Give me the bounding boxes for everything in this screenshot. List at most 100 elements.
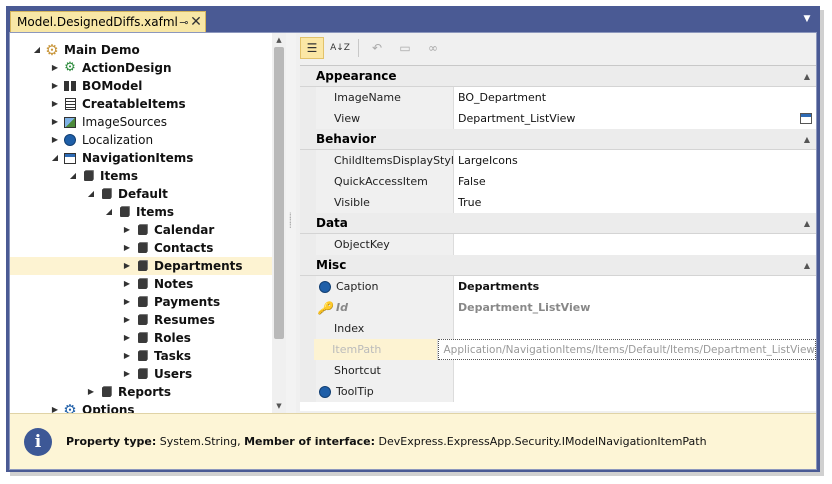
categorized-button[interactable]: ☰ <box>300 37 324 59</box>
collapse-category-icon[interactable]: ▲ <box>804 72 810 81</box>
property-value[interactable]: False <box>454 171 816 192</box>
alphabetical-button[interactable]: A↓Z <box>328 37 352 59</box>
property-value[interactable]: True <box>454 192 816 213</box>
collapse-category-icon[interactable]: ▲ <box>804 261 810 270</box>
tree-item[interactable]: ◢ NavigationItems <box>10 149 272 167</box>
property-value[interactable]: Department_ListView <box>454 297 816 318</box>
tree-item[interactable]: ▶ Users <box>10 365 272 383</box>
tree-item[interactable]: ▶ CreatableItems <box>10 95 272 113</box>
tree-item[interactable]: ▶ Calendar <box>10 221 272 239</box>
browse-view-icon[interactable] <box>800 113 812 124</box>
collapse-icon[interactable]: ◢ <box>32 45 42 55</box>
tree-item[interactable]: ▶ Payments <box>10 293 272 311</box>
property-row[interactable]: Index <box>300 318 816 339</box>
property-name[interactable]: 🔑 Id <box>316 297 454 318</box>
property-name[interactable]: QuickAccessItem <box>316 171 454 192</box>
tree-item[interactable]: ◢ Default <box>10 185 272 203</box>
property-name[interactable]: Index <box>316 318 454 339</box>
property-row[interactable]: Shortcut <box>300 360 816 381</box>
scroll-thumb[interactable] <box>274 47 284 339</box>
property-value[interactable]: LargeIcons <box>454 150 816 171</box>
tab-dropdown-icon[interactable]: ▼ <box>802 14 812 24</box>
expand-icon[interactable]: ▶ <box>122 279 132 289</box>
expand-icon[interactable]: ▶ <box>86 387 96 397</box>
expand-icon[interactable]: ▶ <box>122 369 132 379</box>
expand-icon[interactable]: ▶ <box>50 117 60 127</box>
expand-icon[interactable]: ▶ <box>122 297 132 307</box>
property-name[interactable]: ItemPath <box>314 339 439 360</box>
category-row[interactable]: Misc ▲ <box>300 255 816 276</box>
expand-icon[interactable]: ▶ <box>122 351 132 361</box>
scroll-down-icon[interactable]: ▼ <box>272 399 286 413</box>
expand-icon[interactable]: ▶ <box>122 261 132 271</box>
property-row[interactable]: View Department_ListView <box>300 108 816 129</box>
category-row[interactable]: Behavior ▲ <box>300 129 816 150</box>
tree-item[interactable]: ▶ Departments <box>10 257 272 275</box>
expand-icon[interactable]: ▶ <box>50 405 60 413</box>
collapse-icon[interactable]: ◢ <box>86 189 96 199</box>
property-row[interactable]: ItemPath Application/NavigationItems/Item… <box>300 339 816 360</box>
tree-item[interactable]: ▶ Localization <box>10 131 272 149</box>
property-row[interactable]: ToolTip <box>300 381 816 402</box>
tree-item[interactable]: ◢ Items <box>10 203 272 221</box>
category-row[interactable]: Data ▲ <box>300 213 816 234</box>
collapse-category-icon[interactable]: ▲ <box>804 135 810 144</box>
property-name[interactable]: Shortcut <box>316 360 454 381</box>
property-name[interactable]: ChildItemsDisplayStyle <box>316 150 461 171</box>
property-name[interactable]: ObjectKey <box>316 234 454 255</box>
expand-icon[interactable]: ▶ <box>50 99 60 109</box>
property-row[interactable]: Visible True <box>300 192 816 213</box>
property-row[interactable]: ChildItemsDisplayStyle LargeIcons <box>300 150 816 171</box>
property-name[interactable]: ImageName <box>316 87 454 108</box>
panel-splitter[interactable]: ⁞ ⁞ ⁞ <box>286 33 296 413</box>
category-row[interactable]: Appearance ▲ <box>300 66 816 87</box>
property-value[interactable]: BO_Department <box>454 87 816 108</box>
property-name[interactable]: ToolTip <box>316 381 454 402</box>
tree-item[interactable]: ▶ Tasks <box>10 347 272 365</box>
tree-item[interactable]: ▶ BOModel <box>10 77 272 95</box>
tree-item[interactable]: ▶ ImageSources <box>10 113 272 131</box>
property-value[interactable] <box>454 234 816 255</box>
property-row[interactable]: QuickAccessItem False <box>300 171 816 192</box>
property-row[interactable]: 🔑 Id Department_ListView <box>300 297 816 318</box>
property-value[interactable]: Department_ListView <box>454 108 816 129</box>
tree-item[interactable]: ▶ Contacts <box>10 239 272 257</box>
property-name[interactable]: Caption <box>316 276 454 297</box>
scroll-up-icon[interactable]: ▲ <box>272 33 286 47</box>
tree-item[interactable]: ▶ Notes <box>10 275 272 293</box>
property-value[interactable] <box>454 318 816 339</box>
close-icon[interactable]: ✕ <box>190 14 202 30</box>
property-value[interactable]: Application/NavigationItems/Items/Defaul… <box>438 339 816 360</box>
expand-icon[interactable]: ▶ <box>122 315 132 325</box>
collapse-category-icon[interactable]: ▲ <box>804 219 810 228</box>
property-row[interactable]: ObjectKey <box>300 234 816 255</box>
property-row[interactable]: ImageName BO_Department <box>300 87 816 108</box>
expand-icon[interactable]: ▶ <box>122 333 132 343</box>
tree-scrollbar[interactable]: ▲ ▼ <box>272 33 286 413</box>
link-icon[interactable]: ∞ <box>421 37 445 59</box>
tree-item[interactable]: ▶ Roles <box>10 329 272 347</box>
undo-icon[interactable]: ↶ <box>365 37 389 59</box>
property-value[interactable] <box>454 360 816 381</box>
tree-item[interactable]: ▶ Resumes <box>10 311 272 329</box>
tree-item[interactable]: ◢ ⚙ Main Demo <box>10 41 272 59</box>
tree-item[interactable]: ▶ Reports <box>10 383 272 401</box>
property-name[interactable]: View <box>316 108 454 129</box>
collapse-icon[interactable]: ◢ <box>68 171 78 181</box>
expand-icon[interactable]: ▶ <box>50 135 60 145</box>
property-value[interactable]: Departments <box>454 276 816 297</box>
tree-item[interactable]: ▶ ⚙ ActionDesign <box>10 59 272 77</box>
expand-icon[interactable]: ▶ <box>50 63 60 73</box>
collapse-icon[interactable]: ◢ <box>50 153 60 163</box>
expand-icon[interactable]: ▶ <box>50 81 60 91</box>
collapse-icon[interactable]: ◢ <box>104 207 114 217</box>
property-row[interactable]: Caption Departments <box>300 276 816 297</box>
property-name[interactable]: Visible <box>316 192 454 213</box>
document-tab[interactable]: Model.DesignedDiffs.xafml ⊸ ✕ <box>10 11 206 32</box>
tree-item[interactable]: ◢ Items <box>10 167 272 185</box>
pin-icon[interactable]: ⊸ <box>178 14 190 30</box>
expand-icon[interactable]: ▶ <box>122 225 132 235</box>
window-icon[interactable]: ▭ <box>393 37 417 59</box>
property-value[interactable] <box>454 381 816 402</box>
tree-item[interactable]: ▶ ⚙ Options <box>10 401 272 414</box>
